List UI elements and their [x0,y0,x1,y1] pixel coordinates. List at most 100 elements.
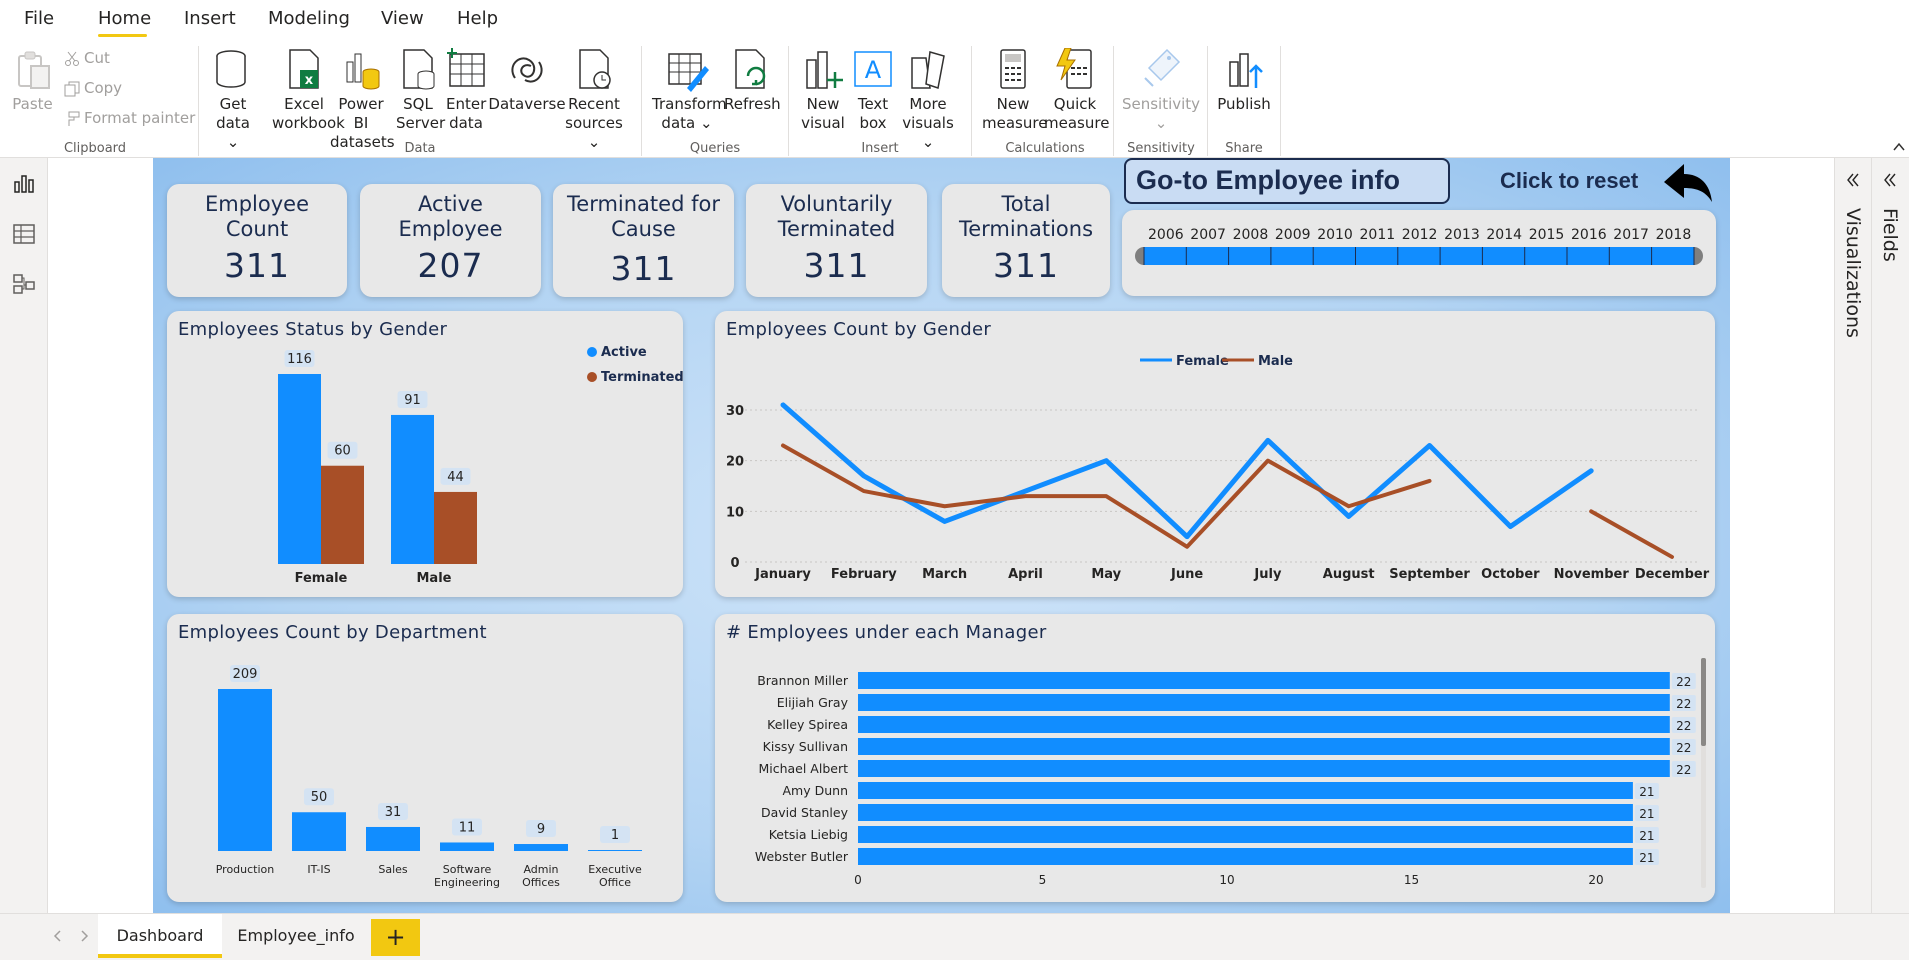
bar[interactable] [588,850,642,851]
bar[interactable] [858,672,1670,689]
bar[interactable] [858,826,1633,843]
year-label[interactable]: 2015 [1529,227,1565,243]
paste-button[interactable]: Paste [10,48,55,114]
more-visuals-button[interactable]: More visuals ⌄ [898,48,958,152]
visualizations-pane[interactable]: Visualizations [1834,158,1871,913]
bar[interactable] [440,842,494,851]
add-page-button[interactable]: + [371,919,420,956]
format-painter-button[interactable]: Format painter [64,109,195,127]
bar[interactable] [858,782,1633,799]
year-label[interactable]: 2008 [1233,227,1269,243]
report-view-icon[interactable] [12,172,36,196]
bar[interactable] [391,414,434,564]
new-measure-button[interactable]: New measure [982,48,1047,133]
scissors-icon [65,51,79,66]
kpi-card-terminated-for-cause[interactable]: Terminated for Cause 311 [553,184,734,297]
sensitivity-button[interactable]: Sensitivity ⌄ [1118,48,1204,133]
year-label[interactable]: 2007 [1190,227,1226,243]
enter-data-button[interactable]: Enter data [446,48,486,133]
bar[interactable] [858,738,1670,755]
copy-button[interactable]: Copy [64,79,122,97]
status-by-gender-card[interactable]: Employees Status by Gender 116 60 Female 91… [167,311,683,597]
table-view-icon[interactable] [12,222,36,246]
kpi-card-total-terminations[interactable]: Total Terminations 311 [942,184,1110,297]
count-by-gender-card[interactable]: Employees Count by Gender 0 10 20 30 January… [715,311,1715,597]
bar[interactable] [858,848,1633,865]
bar[interactable] [434,491,477,564]
legend-label[interactable]: Terminated [601,370,683,385]
data-label: 44 [447,470,464,485]
bar[interactable] [321,465,364,564]
year-label[interactable]: 2011 [1360,227,1396,243]
publish-button[interactable]: Publish [1214,48,1274,114]
menu-modeling[interactable]: Modeling [268,8,350,29]
legend-label[interactable]: Male [1258,354,1293,369]
bar[interactable] [366,826,420,851]
refresh-icon [735,49,766,89]
fields-pane[interactable]: Fields [1871,158,1908,913]
bar[interactable] [858,716,1670,733]
bar[interactable] [858,694,1670,711]
model-view-icon[interactable] [12,272,36,296]
year-label[interactable]: 2006 [1148,227,1184,243]
x-tick-label: August [1323,567,1375,582]
legend-label[interactable]: Active [601,345,647,360]
employees-per-manager-card[interactable]: # Employees under each Manager Brannon M… [715,614,1715,902]
recent-sources-button[interactable]: Recent sources ⌄ [564,48,624,152]
get-data-button[interactable]: Get data ⌄ [208,48,258,152]
reset-label[interactable]: Click to reset [1500,168,1638,194]
scroll-tabs-right-icon[interactable] [78,929,90,943]
series-line[interactable] [780,402,1594,540]
menu-view[interactable]: View [381,8,424,29]
legend-label[interactable]: Female [1176,354,1229,369]
tab-dashboard[interactable]: Dashboard [98,914,222,958]
expand-fields-icon[interactable] [1882,172,1898,188]
year-label[interactable]: 2009 [1275,227,1311,243]
cut-button[interactable]: Cut [64,49,110,67]
dataverse-button[interactable]: Dataverse [488,48,566,114]
bar[interactable] [858,760,1670,777]
kpi-card-voluntarily-terminated[interactable]: Voluntarily Terminated 311 [746,184,927,297]
sql-server-button[interactable]: SQL Server [396,48,445,133]
ribbon-separator [641,46,642,156]
sql-label-1: SQL [403,95,433,113]
back-arrow-icon[interactable] [1662,162,1714,206]
menu-file[interactable]: File [24,8,54,29]
scrollbar-thumb[interactable] [1701,658,1706,746]
menu-home[interactable]: Home [98,8,151,29]
menu-help[interactable]: Help [457,8,498,29]
insert-group-label: Insert [861,141,899,156]
count-by-department-card[interactable]: Employees Count by Department 209 Product… [167,614,683,902]
bar[interactable] [292,812,346,851]
bar[interactable] [514,844,568,851]
data-group-label: Data [404,141,436,156]
series-line[interactable] [1589,509,1674,559]
tab-employee-info[interactable]: Employee_info [228,914,364,958]
scroll-tabs-left-icon[interactable] [52,929,64,943]
year-label[interactable]: 2012 [1402,227,1438,243]
year-label[interactable]: 2014 [1486,227,1522,243]
year-slicer[interactable] [1133,245,1705,267]
powerbi-datasets-button[interactable]: Power BI datasets [330,48,395,152]
kpi-card-active-employee[interactable]: Active Employee 207 [360,184,541,297]
expand-visualizations-icon[interactable] [1845,172,1861,188]
text-box-button[interactable]: A Text box [850,48,896,133]
kpi-card-employee-count[interactable]: Employee Count 311 [167,184,347,297]
year-label[interactable]: 2016 [1571,227,1607,243]
year-label[interactable]: 2013 [1444,227,1480,243]
year-label[interactable]: 2010 [1317,227,1353,243]
excel-workbook-button[interactable]: x Excel workbook [272,48,345,133]
bar[interactable] [278,374,321,564]
ribbon-separator [1207,46,1208,156]
year-label[interactable]: 2017 [1613,227,1649,243]
refresh-button[interactable]: Refresh [724,48,781,114]
transform-data-button[interactable]: Transform data ⌄ [652,48,727,133]
menu-insert[interactable]: Insert [184,8,236,29]
year-label[interactable]: 2018 [1656,227,1692,243]
bar[interactable] [858,804,1633,821]
bar[interactable] [218,689,272,851]
quick-measure-button[interactable]: Quick measure [1044,48,1109,133]
collapse-ribbon-icon[interactable] [1892,140,1906,154]
new-visual-button[interactable]: New visual [798,48,848,133]
goto-employee-info-button[interactable]: Go-to Employee info [1124,158,1450,204]
